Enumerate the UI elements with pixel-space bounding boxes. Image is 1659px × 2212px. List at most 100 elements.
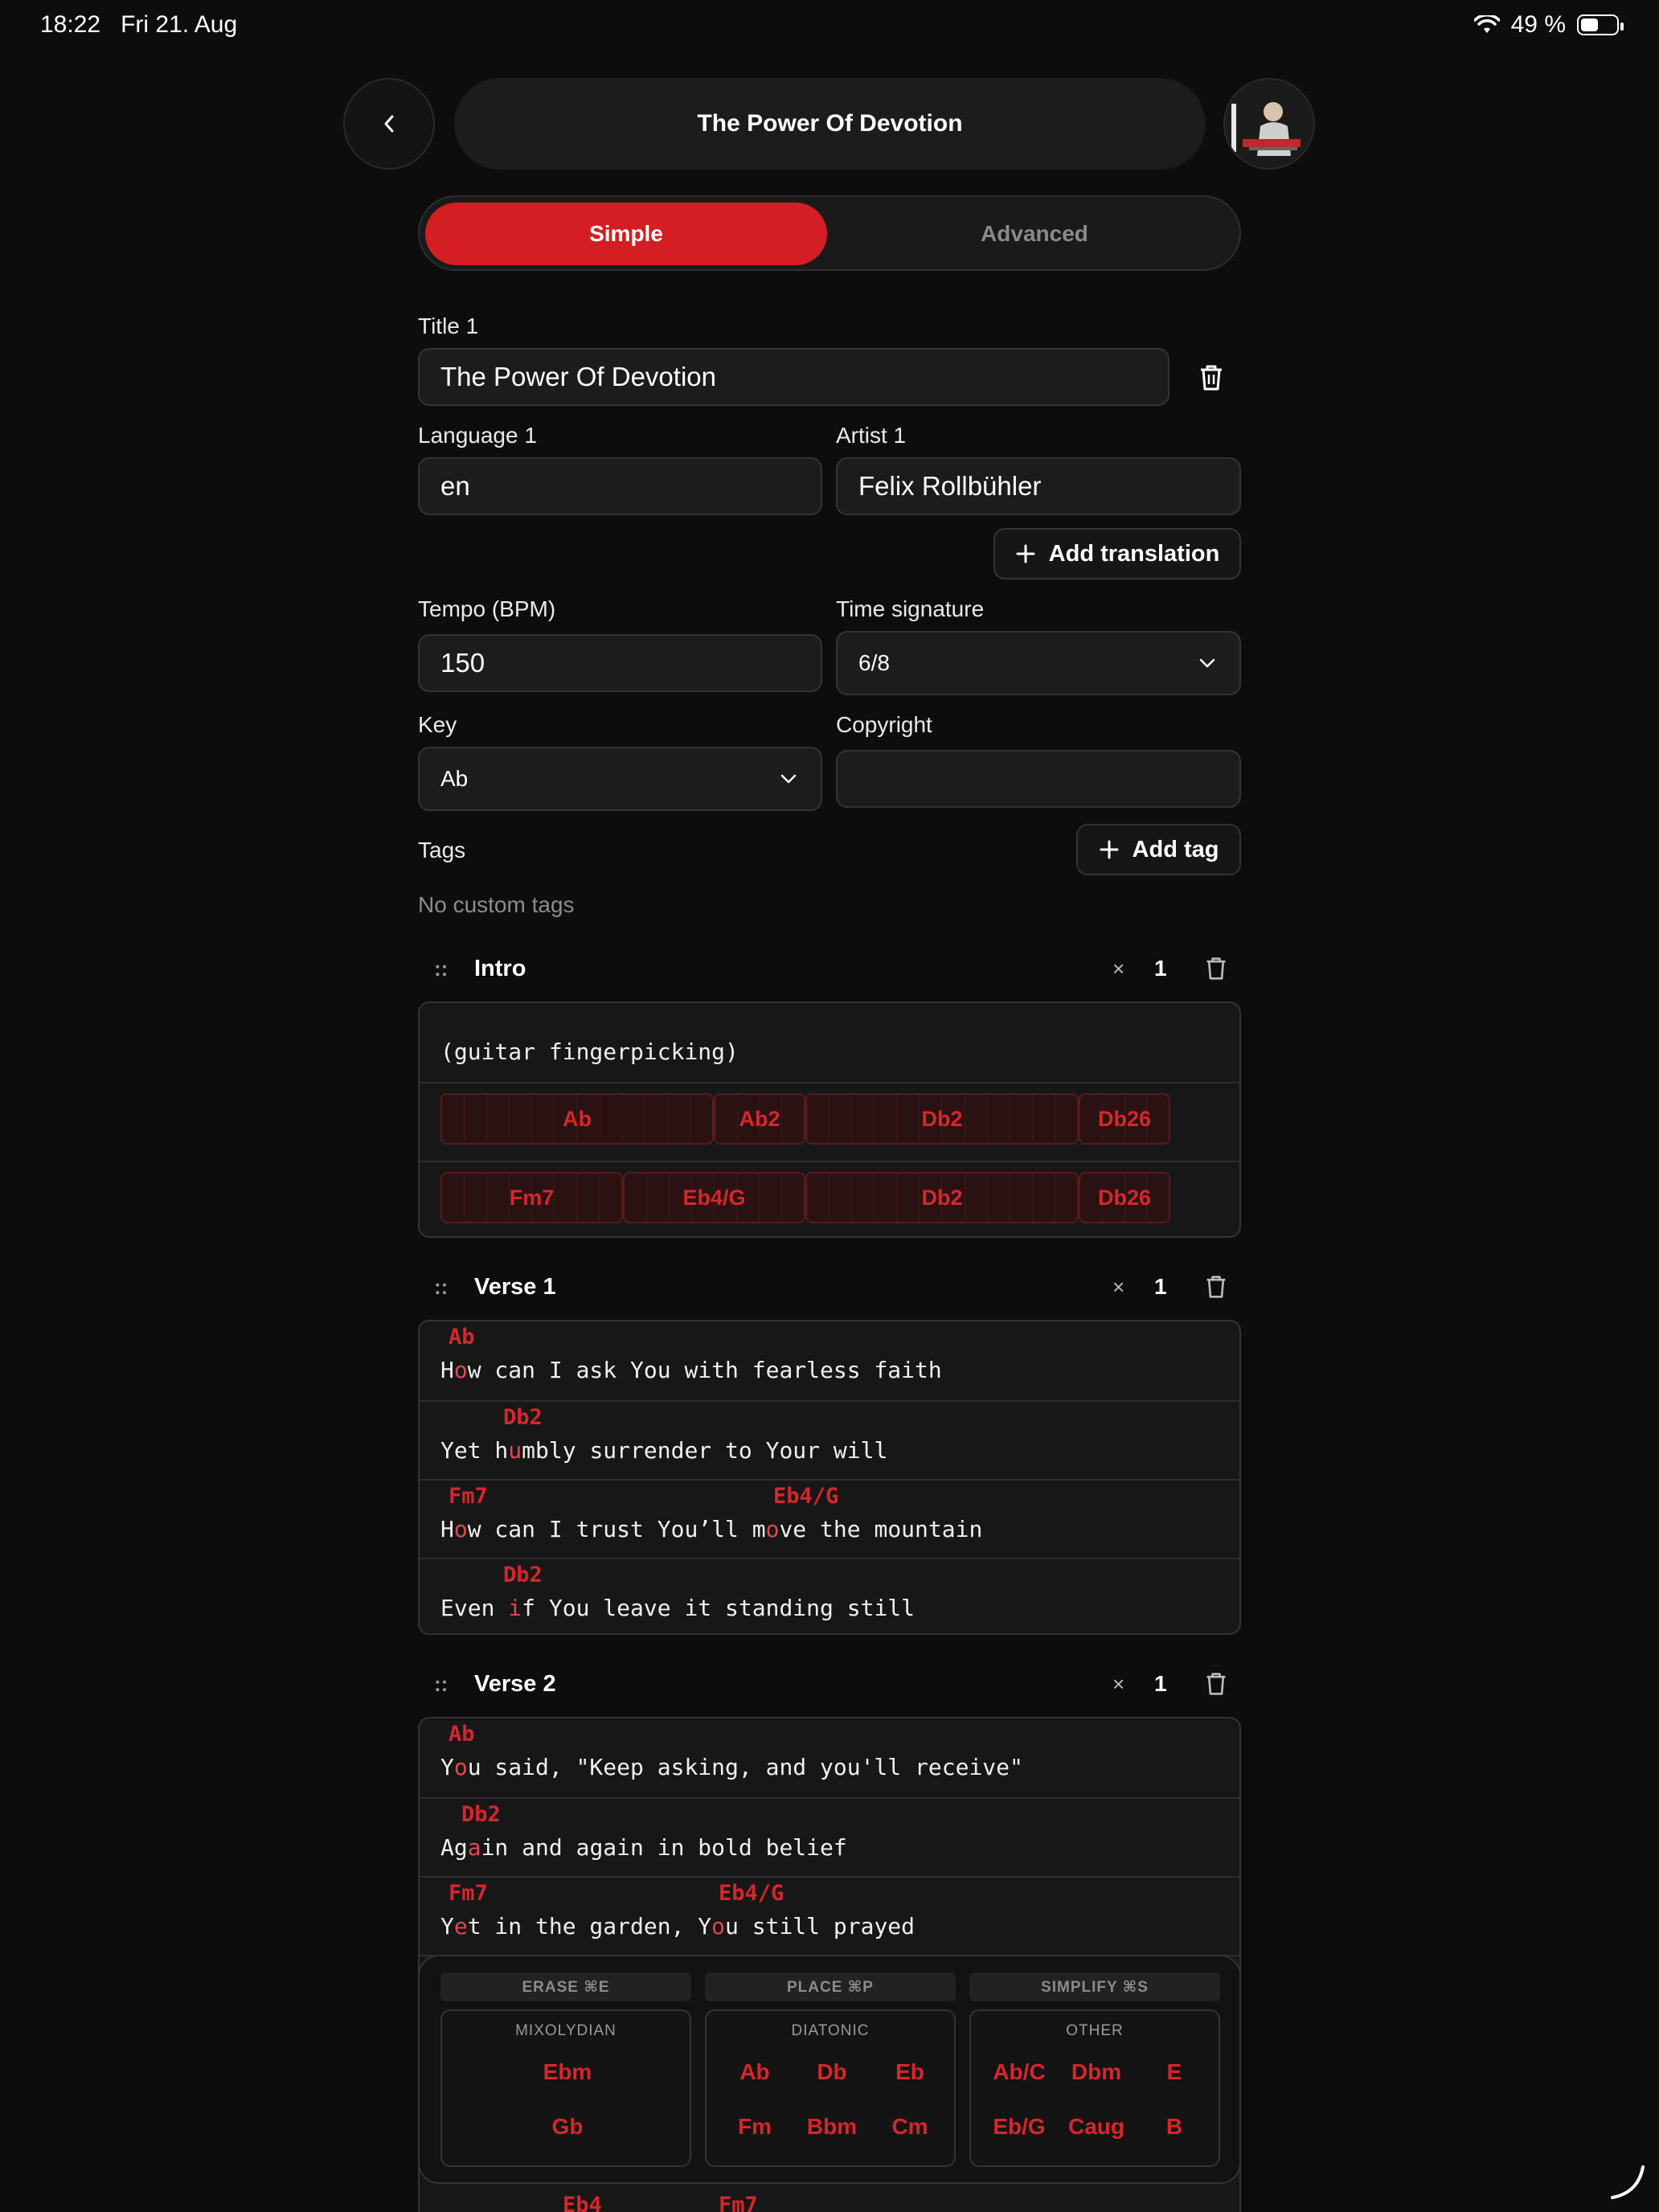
drag-handle-icon[interactable]: :: — [418, 1275, 474, 1300]
add-translation-button[interactable]: Add translation — [993, 528, 1241, 580]
lyric-line[interactable]: Db2 Yet humbly surrender to Your will — [420, 1400, 1239, 1479]
drag-handle-icon[interactable]: :: — [418, 1672, 474, 1697]
chord-label[interactable]: Fm7 — [449, 1484, 488, 1509]
key-select[interactable]: Ab — [418, 747, 822, 811]
chord-option[interactable]: Cm — [891, 2114, 928, 2140]
repeat-count[interactable]: 1 — [1154, 1671, 1167, 1697]
lyric-text: Yet in the garden, You still prayed — [440, 1913, 916, 1940]
chord-bar-label: Ab2 — [739, 1106, 780, 1131]
chord-option[interactable]: Ab — [739, 2059, 769, 2085]
drag-handle-icon[interactable]: :: — [418, 956, 474, 981]
repeat-times-icon: × — [1112, 956, 1125, 981]
artist-input[interactable]: Felix Rollbühler — [836, 457, 1241, 515]
simplify-tab[interactable]: SIMPLIFY ⌘S — [969, 1972, 1220, 2001]
back-button[interactable] — [343, 78, 435, 170]
chord-label[interactable]: Fm7 — [449, 1881, 488, 1906]
bar-row: Ab Ab2 Db2 Db26 — [420, 1082, 1239, 1161]
lyric-text: How can I ask You with fearless faith — [440, 1357, 942, 1383]
repeat-count[interactable]: 1 — [1154, 1274, 1167, 1300]
section-name: Verse 2 — [474, 1670, 556, 1697]
avatar[interactable] — [1223, 78, 1315, 170]
song-title-header: The Power Of Devotion — [454, 78, 1206, 170]
chord-group-title: DIATONIC — [791, 2022, 870, 2039]
chord-bar[interactable]: Ab — [440, 1093, 714, 1145]
chord-bar[interactable]: Fm7 — [440, 1172, 623, 1223]
timesig-label: Time signature — [836, 596, 985, 621]
chord-bar[interactable]: Db2 — [805, 1093, 1079, 1145]
lyric-line[interactable]: Db2 Even if You leave it standing still — [420, 1558, 1239, 1633]
resize-handle-icon[interactable] — [1608, 2162, 1648, 2202]
chord-option[interactable]: Fm — [738, 2114, 772, 2140]
chord-option[interactable]: E — [1167, 2059, 1182, 2085]
mode-simple-button[interactable]: Simple — [425, 203, 827, 265]
repeat-times-icon: × — [1112, 1671, 1125, 1696]
section-header-intro: :: Intro × 1 — [418, 948, 1241, 989]
chord-label[interactable]: Eb4/G — [719, 1881, 784, 1906]
delete-section-button[interactable] — [1204, 1273, 1228, 1305]
section-header-verse-1: :: Verse 1 × 1 — [418, 1267, 1241, 1307]
bar-row: Fm7 Eb4/G Db2 Db26 — [420, 1161, 1239, 1236]
chord-group-diatonic: DIATONIC Ab Db Eb Fm Bbm Cm — [705, 2009, 956, 2167]
repeat-count[interactable]: 1 — [1154, 956, 1167, 981]
tags-label: Tags — [418, 838, 466, 862]
lyric-line[interactable]: Ab How can I ask You with fearless faith — [420, 1321, 1239, 1400]
no-tags-text: No custom tags — [418, 892, 575, 917]
mode-advanced-button[interactable]: Advanced — [834, 203, 1235, 265]
chord-bar[interactable]: Ab2 — [714, 1093, 805, 1145]
chord-option[interactable]: Eb — [895, 2059, 924, 2085]
chord-label[interactable]: Db2 — [461, 1802, 501, 1827]
chord-option[interactable]: Db — [817, 2059, 846, 2085]
lyric-text: Again and again in bold belief — [440, 1834, 847, 1861]
chord-label[interactable]: Fm7 — [719, 2193, 758, 2212]
lyric-line[interactable]: Fm7 Eb4/G How can I trust You’ll move th… — [420, 1479, 1239, 1558]
chord-label[interactable]: Db2 — [503, 1405, 543, 1430]
comment-row[interactable]: (guitar fingerpicking) — [420, 1003, 1239, 1082]
chord-bar[interactable]: Db26 — [1079, 1093, 1170, 1145]
chord-label[interactable]: Db2 — [503, 1563, 543, 1587]
mode-switch: Simple Advanced — [418, 195, 1241, 271]
place-tab[interactable]: PLACE ⌘P — [705, 1972, 956, 2001]
status-time: 18:22 Fri 21. Aug — [40, 11, 237, 39]
copyright-input[interactable] — [836, 750, 1241, 808]
timesig-select[interactable]: 6/8 — [836, 631, 1241, 695]
chord-option[interactable]: Gb — [552, 2114, 584, 2140]
chord-label[interactable]: Eb4/G — [773, 1484, 838, 1509]
trash-icon — [1206, 1276, 1226, 1298]
chord-bar[interactable]: Db2 — [805, 1172, 1079, 1223]
section-name: Intro — [474, 955, 526, 981]
chord-label[interactable]: Eb4 — [563, 2193, 602, 2212]
tempo-input[interactable]: 150 — [418, 634, 822, 692]
timesig-value: 6/8 — [858, 650, 890, 675]
lyric-line[interactable]: Db2 Again and again in bold belief — [420, 1797, 1239, 1876]
chevron-down-icon — [780, 774, 797, 784]
chord-option[interactable]: Dbm — [1071, 2059, 1121, 2085]
language-input[interactable]: en — [418, 457, 822, 515]
page-title: The Power Of Devotion — [697, 110, 963, 137]
chord-bar[interactable]: Eb4/G — [623, 1172, 805, 1223]
add-tag-button[interactable]: Add tag — [1076, 824, 1241, 875]
chord-group-title: MIXOLYDIAN — [515, 2022, 616, 2039]
chord-label[interactable]: Ab — [449, 1722, 475, 1747]
chord-option[interactable]: Bbm — [807, 2114, 857, 2140]
title-label: Title 1 — [418, 313, 479, 338]
chord-label[interactable]: Ab — [449, 1325, 475, 1350]
chord-option[interactable]: Ab/C — [993, 2059, 1045, 2085]
delete-section-button[interactable] — [1204, 955, 1228, 986]
chord-option[interactable]: Ebm — [543, 2059, 592, 2085]
chord-option[interactable]: Caug — [1068, 2114, 1124, 2140]
erase-tab[interactable]: ERASE ⌘E — [440, 1972, 691, 2001]
chord-picker: ERASE ⌘E PLACE ⌘P SIMPLIFY ⌘S MIXOLYDIAN… — [418, 1955, 1241, 2184]
chord-bar[interactable]: Db26 — [1079, 1172, 1170, 1223]
chord-bar-label: Db2 — [921, 1185, 963, 1210]
chord-option[interactable]: B — [1166, 2114, 1182, 2140]
chord-bar-label: Fm7 — [509, 1185, 555, 1210]
lyric-line[interactable]: Fm7 Eb4/G Yet in the garden, You still p… — [420, 1876, 1239, 1955]
artist-label: Artist 1 — [836, 423, 907, 448]
lyric-line[interactable]: Ab You said, "Keep asking, and you'll re… — [420, 1718, 1239, 1797]
title-input[interactable]: The Power Of Devotion — [418, 348, 1169, 406]
delete-title-button[interactable] — [1198, 363, 1225, 396]
delete-section-button[interactable] — [1204, 1670, 1228, 1702]
chord-option[interactable]: Eb/G — [993, 2114, 1045, 2140]
wifi-icon — [1473, 15, 1500, 33]
lyric-text: How can I trust You’ll move the mountain — [440, 1516, 983, 1542]
